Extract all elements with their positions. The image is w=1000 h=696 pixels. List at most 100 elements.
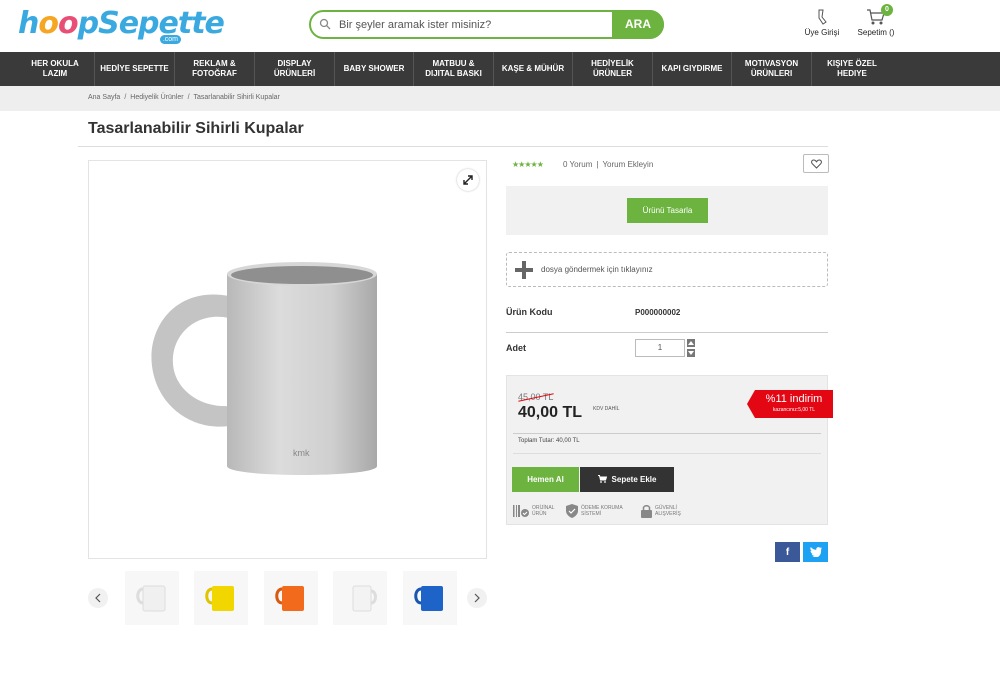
chevron-right-icon bbox=[474, 593, 480, 603]
old-price: 45,00 TL bbox=[518, 392, 554, 402]
product-image-box[interactable]: kmk bbox=[88, 160, 487, 559]
thumbnail-yellow[interactable] bbox=[194, 571, 248, 625]
row-divider bbox=[506, 332, 828, 333]
nav-item-baby-shower[interactable]: BABY SHOWER bbox=[335, 52, 414, 86]
current-price: 40,00 TL bbox=[518, 404, 583, 421]
page-title: Tasarlanabilir Sihirli Kupalar bbox=[88, 120, 304, 137]
user-icon bbox=[818, 9, 827, 25]
cart-link[interactable]: 0 Sepetim () bbox=[852, 4, 900, 37]
search-button[interactable]: ARA bbox=[612, 10, 664, 39]
cart-count-badge: 0 bbox=[881, 4, 893, 16]
login-link[interactable]: Üye Girişi bbox=[800, 8, 844, 37]
nav-item-kase-muhur[interactable]: KAŞE & MÜHÜR bbox=[494, 52, 573, 86]
twitter-share-button[interactable] bbox=[803, 542, 828, 562]
design-panel: Ürünü Tasarla bbox=[506, 186, 828, 235]
heart-icon bbox=[810, 158, 822, 169]
chevron-down-icon bbox=[688, 351, 694, 355]
discount-saving: kazancınız:5,00 TL bbox=[772, 407, 816, 413]
search-icon bbox=[319, 18, 331, 30]
favorite-button[interactable] bbox=[803, 154, 829, 173]
add-review-link[interactable]: Yorum Ekleyin bbox=[602, 160, 653, 169]
upload-label: dosya göndermek için tıklayınız bbox=[541, 265, 653, 274]
trust-label: GÜVENLİ ALIŞVERİŞ bbox=[655, 505, 681, 517]
breadcrumb-bar: Ana Sayfa / Hediyelik Ürünler / Tasarlanabil… bbox=[0, 86, 1000, 111]
discount-badge: %11 indirim kazancınız:5,00 TL bbox=[747, 390, 833, 418]
vat-included-note: KDV DAHİL bbox=[593, 406, 620, 412]
mug-brand-mark: kmk bbox=[293, 448, 310, 458]
mug-thumbnail-icon bbox=[205, 586, 234, 611]
title-divider bbox=[78, 146, 828, 147]
product-code-value: P000000002 bbox=[635, 308, 681, 317]
breadcrumb-category[interactable]: Hediyelik Ürünler bbox=[130, 94, 183, 101]
price-divider bbox=[513, 433, 821, 434]
quantity-stepper bbox=[687, 339, 695, 357]
mug-thumbnail-icon bbox=[352, 585, 377, 612]
cart-label: Sepetim () bbox=[857, 28, 895, 37]
mug-thumbnail-icon bbox=[414, 586, 443, 611]
trust-secure-shopping: GÜVENLİ ALIŞVERİŞ bbox=[641, 504, 691, 518]
mug-thumbnail-icon bbox=[136, 585, 166, 612]
nav-item-hediye-sepette[interactable]: HEDİYE SEPETTE bbox=[95, 52, 175, 86]
price-box: 45,00 TL 40,00 TL KDV DAHİL %11 indirim … bbox=[506, 375, 833, 525]
breadcrumb-current: Tasarlanabilir Sihirli Kupalar bbox=[193, 94, 280, 101]
search-input[interactable] bbox=[339, 15, 609, 34]
nav-item-kisiye-ozel-hediye[interactable]: KIŞIYE ÖZEL HEDIYE bbox=[812, 52, 892, 86]
barcode-icon bbox=[513, 505, 529, 517]
expand-image-button[interactable] bbox=[457, 169, 479, 191]
thumbnails-prev-button[interactable] bbox=[88, 588, 108, 608]
site-header: hoopSepette .com ARA Üye Girişi 0 Sepeti… bbox=[0, 0, 1000, 52]
nav-item-motivasyon-urunleri[interactable]: MOTIVASYON ÜRÜNLERI bbox=[732, 52, 812, 86]
main-nav: HER OKULA LAZIM HEDİYE SEPETTE REKLAM & … bbox=[0, 52, 1000, 86]
logo-suffix: .com bbox=[159, 35, 181, 44]
nav-item-display-urunleri[interactable]: DISPLAY ÜRÜNLERİ bbox=[255, 52, 335, 86]
mug-image: kmk bbox=[151, 262, 377, 475]
mug-thumbnail-icon bbox=[275, 586, 304, 611]
thumbnail-blue[interactable] bbox=[403, 571, 457, 625]
lock-icon bbox=[641, 505, 652, 518]
shield-icon bbox=[566, 504, 578, 518]
trust-payment-protection: ÖDEME KORUMA SİSTEMİ bbox=[566, 504, 637, 518]
nav-item-reklam-fotograf[interactable]: REKLAM & FOTOĞRAF bbox=[175, 52, 255, 86]
nav-item-her-okula-lazim[interactable]: HER OKULA LAZIM bbox=[16, 52, 95, 86]
cart-icon bbox=[597, 475, 607, 483]
facebook-icon: f bbox=[785, 546, 790, 558]
thumbnail-white-alt[interactable] bbox=[333, 571, 387, 625]
nav-item-matbuu-dijital[interactable]: MATBUU & DIJITAL BASKI bbox=[414, 52, 494, 86]
discount-percent: %11 indirim bbox=[765, 393, 823, 405]
quantity-increase-button[interactable] bbox=[687, 339, 695, 347]
rating-stars: ★★★★★ bbox=[512, 160, 544, 169]
add-to-cart-button[interactable]: Sepete Ekle bbox=[580, 467, 674, 492]
reviews-count-link[interactable]: 0 Yorum bbox=[563, 160, 592, 169]
reviews-links: 0 Yorum | Yorum Ekleyin bbox=[563, 160, 654, 169]
total-amount: Toplam Tutar: 40,00 TL bbox=[518, 438, 580, 444]
trust-original-product: ORİJİNAL ÜRÜN bbox=[513, 504, 560, 518]
site-logo[interactable]: hoopSepette .com bbox=[18, 4, 225, 46]
nav-item-hediyelik-urunler[interactable]: HEDİYELİK ÜRÜNLER bbox=[573, 52, 653, 86]
file-upload-area[interactable]: dosya göndermek için tıklayınız bbox=[506, 252, 828, 287]
search-bar: ARA bbox=[309, 10, 664, 39]
product-code-label: Ürün Kodu bbox=[506, 307, 553, 317]
chevron-left-icon bbox=[95, 593, 101, 603]
chevron-up-icon bbox=[688, 341, 694, 345]
trust-label: ÖDEME KORUMA SİSTEMİ bbox=[581, 505, 623, 517]
quantity-label: Adet bbox=[506, 343, 526, 353]
breadcrumb: Ana Sayfa / Hediyelik Ürünler / Tasarlanabil… bbox=[88, 94, 280, 101]
expand-icon bbox=[463, 175, 473, 185]
design-product-button[interactable]: Ürünü Tasarla bbox=[627, 198, 708, 223]
price-divider bbox=[513, 453, 821, 454]
quantity-input[interactable]: 1 bbox=[635, 339, 685, 357]
thumbnails-next-button[interactable] bbox=[467, 588, 487, 608]
logo-text: hoopSepette bbox=[18, 6, 225, 41]
nav-item-kapi-giydirme[interactable]: KAPI GIYDIRME bbox=[653, 52, 732, 86]
login-label: Üye Girişi bbox=[804, 28, 840, 37]
thumbnail-orange[interactable] bbox=[264, 571, 318, 625]
buy-now-button[interactable]: Hemen Al bbox=[512, 467, 579, 492]
quantity-decrease-button[interactable] bbox=[687, 349, 695, 357]
facebook-share-button[interactable]: f bbox=[775, 542, 800, 562]
twitter-icon bbox=[809, 547, 822, 557]
thumbnail-white[interactable] bbox=[125, 571, 179, 625]
add-to-cart-label: Sepete Ekle bbox=[611, 475, 657, 484]
breadcrumb-home[interactable]: Ana Sayfa bbox=[88, 94, 120, 101]
trust-label: ORİJİNAL ÜRÜN bbox=[532, 505, 555, 517]
plus-icon bbox=[515, 261, 533, 279]
